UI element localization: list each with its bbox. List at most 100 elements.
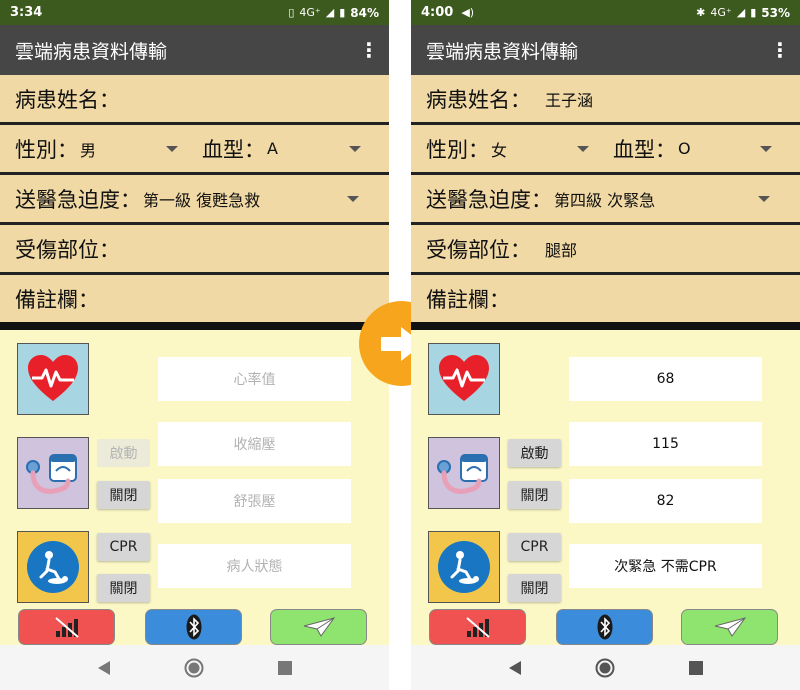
gender-label: 性別： — [426, 137, 489, 162]
patient-form: 病患姓名： 性別： 男 血型： A 送醫急迫度： 第一級 復甦急救 受傷部位： — [0, 75, 389, 330]
bluetooth-icon — [597, 614, 612, 640]
chevron-down-icon — [166, 145, 178, 152]
vibrate-icon: ▯ — [288, 6, 295, 19]
blood-pressure-tile[interactable] — [17, 437, 89, 509]
urgency-value: 第一級 復甦急救 — [143, 190, 261, 210]
urgency-select[interactable]: 第一級 復甦急救 — [141, 187, 359, 211]
status-time: 3:34 — [10, 5, 43, 20]
battery-icon: ▮ — [750, 6, 757, 19]
urgency-value: 第四級 次緊急 — [554, 190, 656, 210]
notes-row[interactable]: 備註欄： — [0, 275, 389, 330]
gender-blood-row: 性別： 男 血型： A — [0, 125, 389, 175]
blood-select[interactable]: O — [676, 139, 772, 158]
recents-icon[interactable] — [689, 660, 704, 675]
start-bp-button[interactable]: 啟動 — [97, 439, 150, 467]
urgency-row: 送醫急迫度： 第一級 復甦急救 — [0, 175, 389, 225]
urgency-row: 送醫急迫度： 第四級 次緊急 — [411, 175, 800, 225]
injury-row[interactable]: 受傷部位： 腿部 — [411, 225, 800, 275]
blood-select[interactable]: A — [265, 139, 361, 158]
name-row[interactable]: 病患姓名： 王子涵 — [411, 75, 800, 125]
app-title: 雲端病患資料傳輸 — [426, 40, 579, 63]
gender-select[interactable]: 女 — [489, 137, 589, 161]
no-signal-icon — [54, 617, 79, 638]
patient-status-field[interactable]: 病人狀態 — [158, 544, 351, 588]
overflow-menu-icon[interactable]: ⋮ — [349, 40, 389, 60]
cpr-button[interactable]: CPR — [508, 533, 561, 561]
cpr-tile[interactable] — [17, 531, 89, 603]
heart-rate-tile[interactable] — [17, 343, 89, 415]
system-nav-bar — [0, 645, 389, 690]
gender-value: 女 — [491, 140, 508, 160]
signal-icon: ◢ — [736, 6, 746, 19]
close-cpr-button[interactable]: 關閉 — [508, 574, 561, 602]
patient-form: 病患姓名： 王子涵 性別： 女 血型： O 送醫急迫度： 第四級 次緊急 受傷部… — [411, 75, 800, 330]
blood-value: O — [678, 139, 691, 158]
send-button[interactable] — [270, 609, 367, 645]
chevron-down-icon — [349, 145, 361, 152]
battery-level: 84% — [350, 5, 379, 20]
blood-label: 血型： — [613, 137, 676, 162]
back-icon[interactable] — [508, 660, 522, 676]
volume-icon: ◀) — [461, 6, 475, 19]
battery-icon: ▮ — [339, 6, 346, 19]
app-bar: 雲端病患資料傳輸 ⋮ — [411, 25, 800, 75]
home-icon[interactable] — [595, 658, 615, 678]
name-row[interactable]: 病患姓名： — [0, 75, 389, 125]
no-signal-icon — [465, 617, 490, 638]
injury-label: 受傷部位： — [426, 237, 531, 262]
blood-pressure-monitor-icon — [437, 454, 488, 494]
disconnect-button[interactable] — [429, 609, 526, 645]
heart-rate-tile[interactable] — [428, 343, 500, 415]
overflow-menu-icon[interactable]: ⋮ — [760, 40, 800, 60]
network-label: 4G⁺ — [710, 6, 732, 19]
notes-row[interactable]: 備註欄： — [411, 275, 800, 330]
back-icon[interactable] — [97, 660, 111, 676]
close-cpr-button[interactable]: 關閉 — [97, 574, 150, 602]
chevron-down-icon — [577, 145, 589, 152]
cpr-icon — [27, 541, 79, 593]
diastolic-field[interactable]: 82 — [569, 479, 762, 523]
systolic-field[interactable]: 收縮壓 — [158, 422, 351, 466]
send-button[interactable] — [681, 609, 778, 645]
close-bp-button[interactable]: 關閉 — [97, 481, 150, 509]
paper-plane-icon — [303, 617, 335, 637]
bluetooth-button[interactable] — [556, 609, 653, 645]
notes-label: 備註欄： — [426, 287, 510, 312]
blood-label: 血型： — [202, 137, 265, 162]
status-bar: 3:34 ▯ 4G⁺ ◢ ▮ 84% — [0, 0, 389, 25]
app-title: 雲端病患資料傳輸 — [15, 40, 168, 63]
heart-rate-field[interactable]: 68 — [569, 357, 762, 401]
recents-icon[interactable] — [278, 660, 293, 675]
cpr-button[interactable]: CPR — [97, 533, 150, 561]
gender-value: 男 — [80, 140, 97, 160]
notes-label: 備註欄： — [15, 287, 99, 312]
phone-screen-after: 4:00 ◀) ✱ 4G⁺ ◢ ▮ 53% 雲端病患資料傳輸 ⋮ 病患姓名： 王… — [411, 0, 800, 690]
urgency-select[interactable]: 第四級 次緊急 — [552, 187, 770, 211]
gender-label: 性別： — [15, 137, 78, 162]
blood-pressure-monitor-icon — [26, 454, 77, 494]
home-icon[interactable] — [184, 658, 204, 678]
injury-row[interactable]: 受傷部位： — [0, 225, 389, 275]
bluetooth-button[interactable] — [145, 609, 242, 645]
patient-status-field[interactable]: 次緊急 不需CPR — [569, 544, 762, 588]
urgency-label: 送醫急迫度： — [426, 187, 552, 212]
heart-rate-field[interactable]: 心率值 — [158, 357, 351, 401]
close-bp-button[interactable]: 關閉 — [508, 481, 561, 509]
heart-pulse-icon — [28, 355, 78, 401]
gender-select[interactable]: 男 — [78, 137, 178, 161]
disconnect-button[interactable] — [18, 609, 115, 645]
status-icons: ▯ 4G⁺ ◢ ▮ 84% — [288, 6, 379, 20]
start-bp-button[interactable]: 啟動 — [508, 439, 561, 467]
name-label: 病患姓名： — [426, 87, 531, 112]
injury-input[interactable]: 腿部 — [545, 237, 577, 261]
status-bar: 4:00 ◀) ✱ 4G⁺ ◢ ▮ 53% — [411, 0, 800, 25]
system-nav-bar — [411, 645, 800, 690]
cpr-tile[interactable] — [428, 531, 500, 603]
app-bar: 雲端病患資料傳輸 ⋮ — [0, 25, 389, 75]
blood-pressure-tile[interactable] — [428, 437, 500, 509]
signal-icon: ◢ — [325, 6, 335, 19]
status-time: 4:00 — [421, 5, 454, 20]
systolic-field[interactable]: 115 — [569, 422, 762, 466]
name-input[interactable]: 王子涵 — [545, 87, 593, 111]
diastolic-field[interactable]: 舒張壓 — [158, 479, 351, 523]
